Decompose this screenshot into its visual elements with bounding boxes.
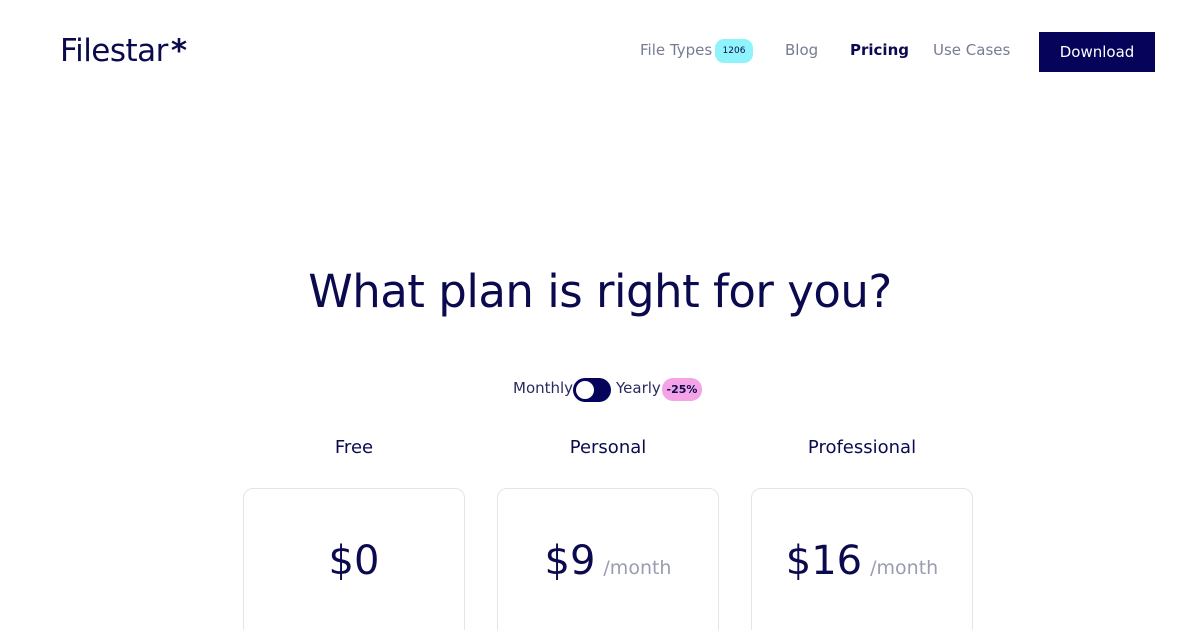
price-row: $16/month: [752, 539, 972, 583]
plan-name-free: Free: [334, 437, 374, 458]
download-button[interactable]: Download: [1039, 32, 1155, 72]
price-row: $9/month: [498, 539, 718, 583]
plan-name-professional: Professional: [807, 437, 917, 458]
plan-card-free[interactable]: $0: [243, 488, 465, 630]
plan-price: $16: [785, 538, 863, 584]
toggle-knob: [576, 381, 594, 399]
plan-card-personal[interactable]: $9/month: [497, 488, 719, 630]
page-title: What plan is right for you?: [308, 265, 892, 318]
pricing-page: Filestar* File Types 1206 Blog Pricing U…: [0, 0, 1200, 630]
site-header: Filestar* File Types 1206 Blog Pricing U…: [0, 0, 1200, 100]
nav-pricing[interactable]: Pricing: [850, 40, 909, 60]
asterisk-icon: *: [170, 33, 187, 69]
yearly-label[interactable]: Yearly: [616, 379, 661, 397]
logo[interactable]: Filestar*: [60, 31, 187, 71]
monthly-label[interactable]: Monthly: [513, 379, 573, 397]
nav-use-cases[interactable]: Use Cases: [933, 40, 1010, 60]
billing-toggle[interactable]: [573, 378, 611, 402]
plan-period: /month: [870, 557, 939, 579]
price-row: $0: [244, 539, 464, 583]
plan-name-personal: Personal: [569, 437, 647, 458]
nav-file-types[interactable]: File Types: [640, 40, 712, 60]
nav-blog[interactable]: Blog: [785, 40, 818, 60]
discount-badge: -25%: [662, 378, 702, 401]
plan-price: $9: [544, 538, 596, 584]
plan-price: $0: [328, 538, 380, 584]
plan-period: /month: [603, 557, 672, 579]
file-types-count-badge: 1206: [715, 39, 753, 63]
logo-text: Filestar: [60, 33, 168, 69]
plan-card-professional[interactable]: $16/month: [751, 488, 973, 630]
